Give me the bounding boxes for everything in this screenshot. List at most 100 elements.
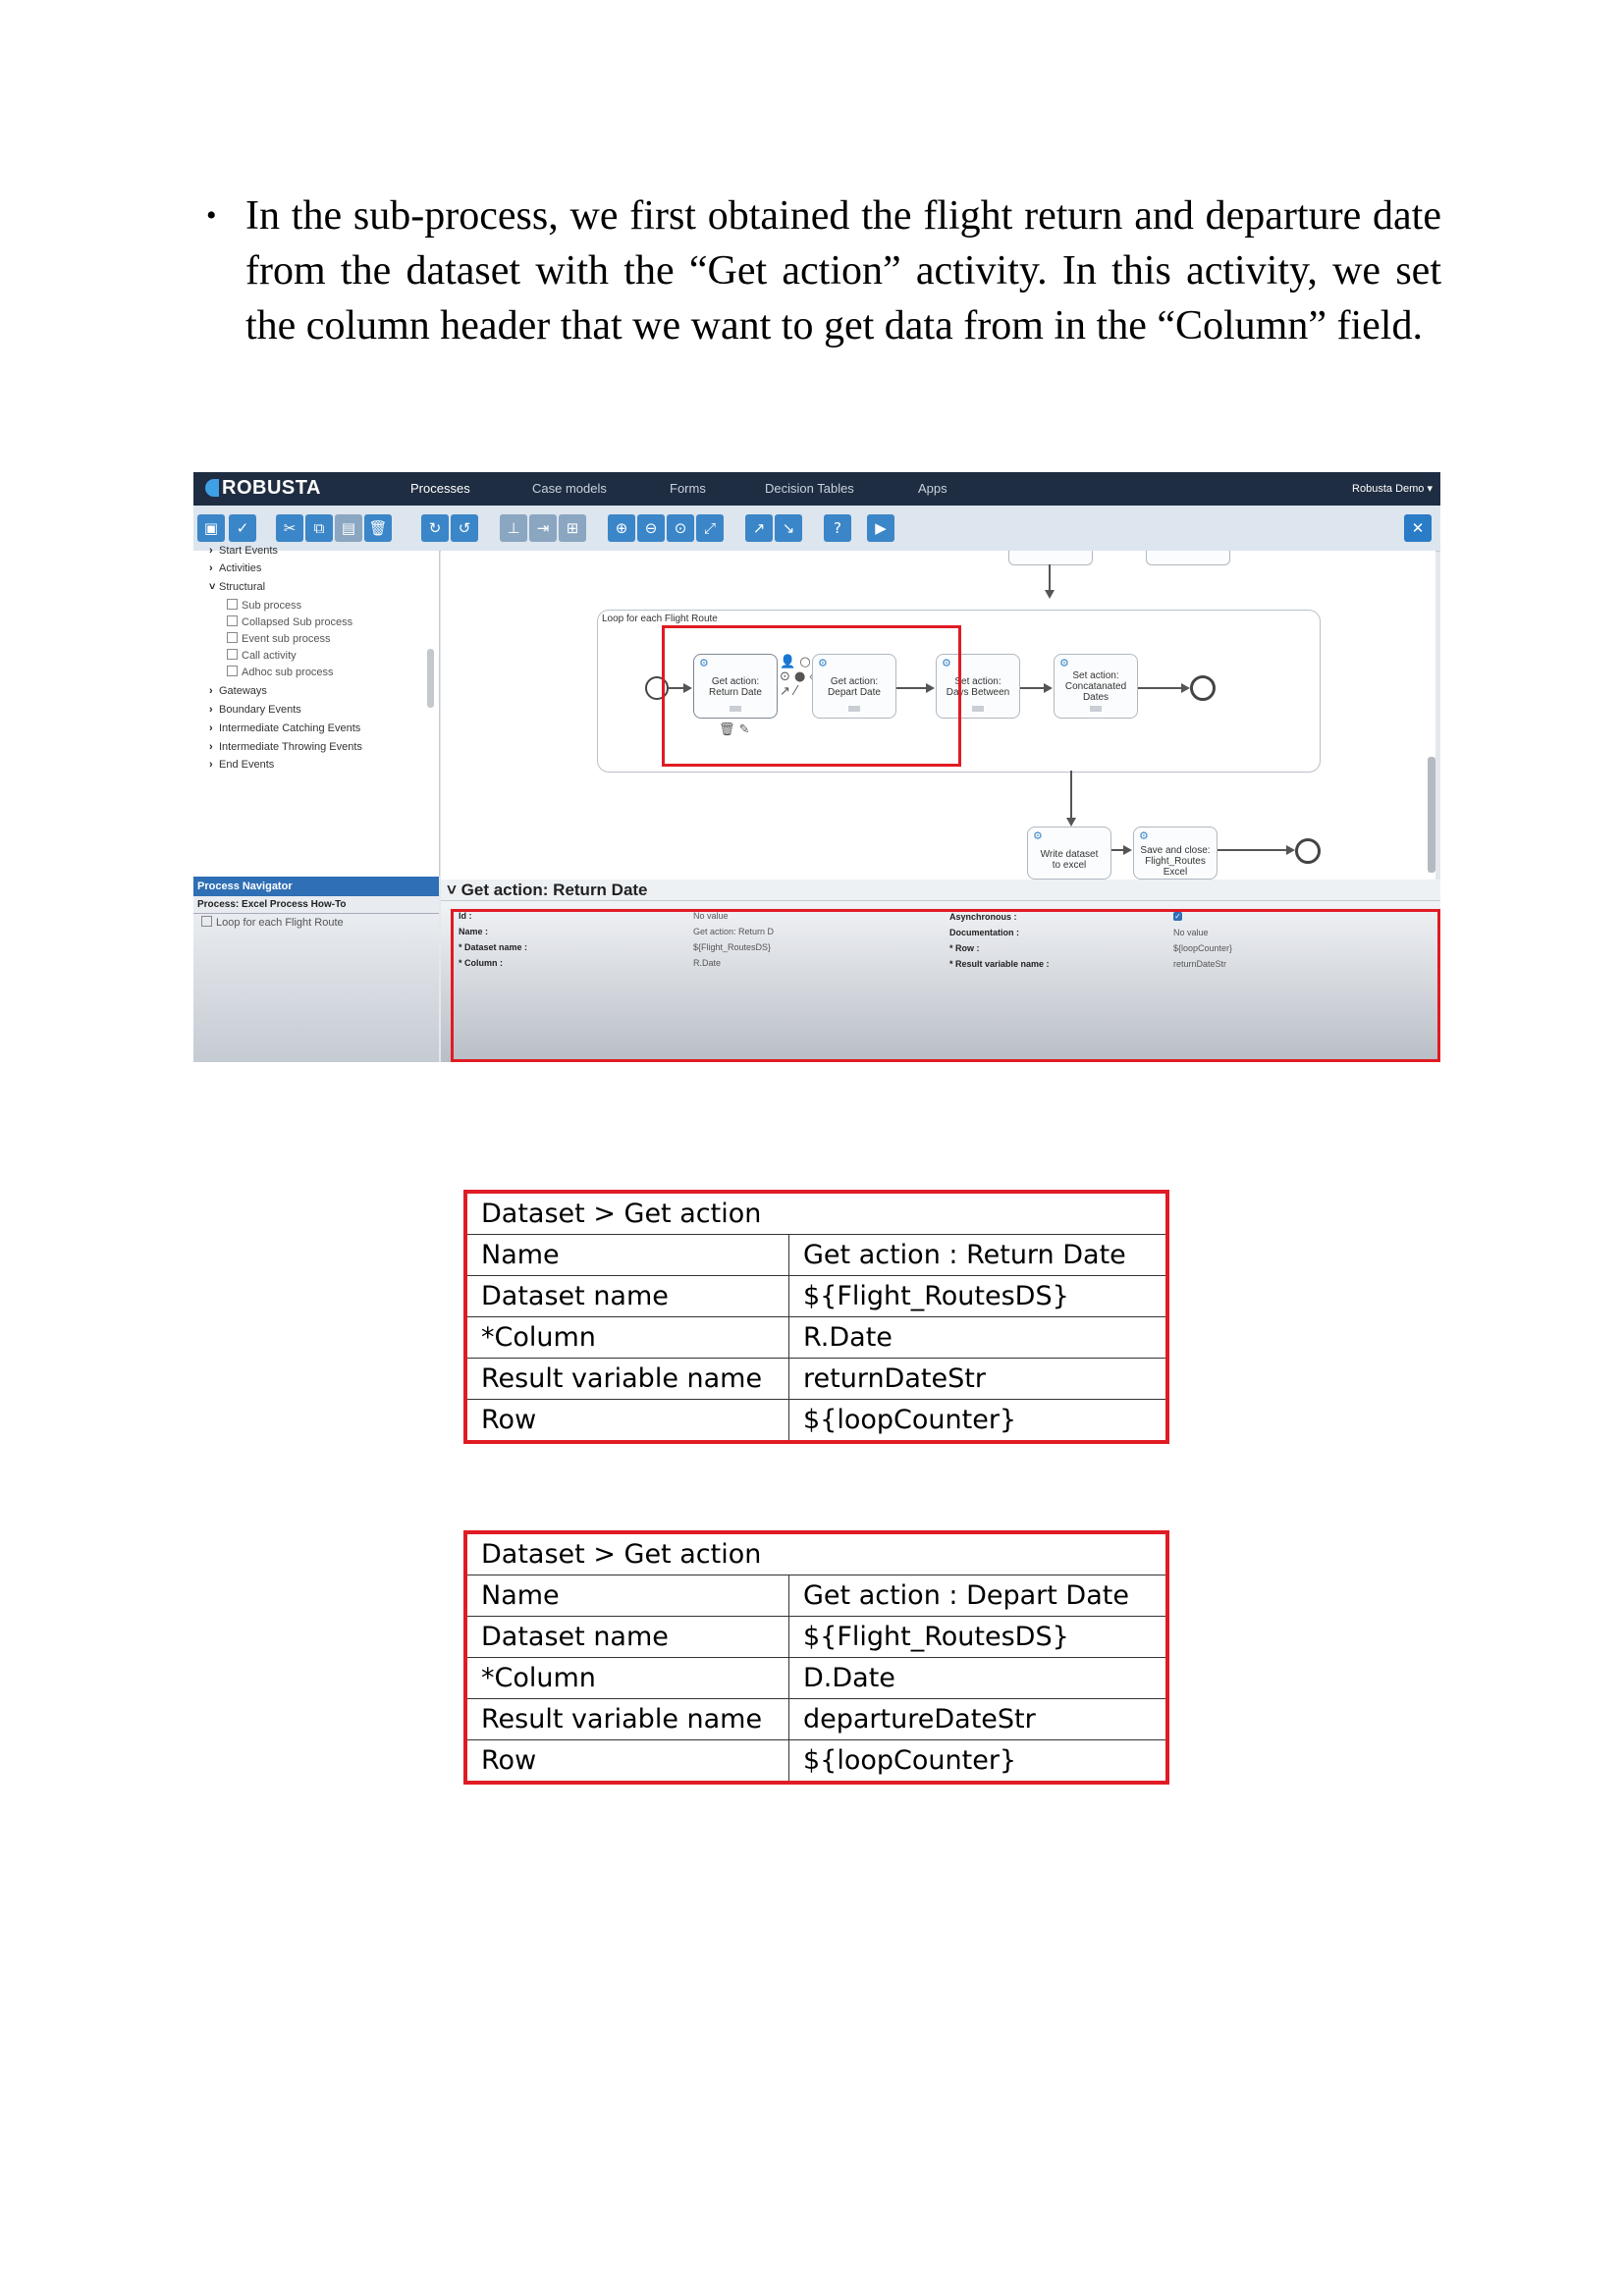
- navigator-process-row[interactable]: Process: Excel Process How-To: [193, 896, 439, 914]
- table-key: Row: [464, 1739, 789, 1784]
- chevron-right-icon: ›: [209, 685, 213, 697]
- palette-gateways[interactable]: › Gateways: [209, 685, 267, 697]
- palette-adhoc-sub-process[interactable]: Adhoc sub process: [227, 666, 334, 678]
- help-icon[interactable]: ?: [824, 514, 851, 542]
- group-icon[interactable]: ⊞: [559, 514, 586, 542]
- chevron-right-icon: ›: [209, 562, 213, 574]
- nav-forms[interactable]: Forms: [670, 481, 706, 496]
- palette-collapsed-sub-process[interactable]: Collapsed Sub process: [227, 615, 352, 628]
- canvas-scrollbar[interactable]: [1428, 757, 1435, 873]
- navigator-subprocess-row[interactable]: Loop for each Flight Route: [201, 916, 344, 929]
- undo-icon[interactable]: ↺: [451, 514, 478, 542]
- highlight-get-action-tasks: [662, 625, 961, 767]
- palette-label: Structural: [219, 581, 266, 593]
- cut-icon[interactable]: ✂: [276, 514, 303, 542]
- palette-label: Gateways: [219, 685, 267, 697]
- palette-label: Event sub process: [242, 633, 331, 645]
- robusta-screenshot: ROBUSTA Processes Case models Forms Deci…: [193, 472, 1440, 1062]
- palette-activities[interactable]: › Activities: [209, 562, 261, 574]
- task-marker: [1090, 706, 1102, 712]
- connector-icon[interactable]: ↗: [745, 514, 773, 542]
- nav-case-models[interactable]: Case models: [532, 481, 607, 496]
- run-icon[interactable]: ▶: [867, 514, 894, 542]
- delete-icon[interactable]: 🗑: [364, 514, 392, 542]
- palette-scrollbar[interactable]: [427, 649, 434, 708]
- palette-label: End Events: [219, 759, 275, 771]
- save-icon[interactable]: ▣: [197, 514, 225, 542]
- copy-icon[interactable]: ⧉: [305, 514, 333, 542]
- paste-icon[interactable]: ▤: [335, 514, 362, 542]
- palette-event-sub-process[interactable]: Event sub process: [227, 632, 331, 645]
- table-key: Name: [464, 1575, 789, 1617]
- sequence-flow: [1138, 687, 1183, 689]
- dock-icon[interactable]: ⇥: [529, 514, 557, 542]
- palette-sub-process[interactable]: Sub process: [227, 599, 301, 612]
- nav-decision-tables[interactable]: Decision Tables: [765, 481, 854, 496]
- palette-structural[interactable]: ˅ Structural: [209, 581, 265, 593]
- palette-intermediate-catching[interactable]: › Intermediate Catching Events: [209, 722, 360, 734]
- logo-text: ROBUSTA: [222, 477, 321, 499]
- end-event[interactable]: [1190, 675, 1216, 701]
- robusta-logo[interactable]: ROBUSTA: [205, 477, 321, 500]
- palette-label: Intermediate Throwing Events: [219, 741, 362, 753]
- subprocess-label: Loop for each Flight Route: [602, 614, 718, 624]
- palette-label: Activities: [219, 562, 262, 574]
- table-row: Row ${loopCounter}: [464, 1739, 1168, 1784]
- chevron-right-icon: ›: [209, 741, 213, 753]
- task-save-close[interactable]: ⚙ Save and close: Flight_Routes Excel: [1133, 827, 1218, 880]
- sub-process-icon: [227, 599, 238, 610]
- palette-start-events[interactable]: › Start Events: [209, 545, 278, 557]
- process-navigator-header[interactable]: Process Navigator: [193, 877, 439, 896]
- palette-end-events[interactable]: › End Events: [209, 759, 274, 771]
- connector-bend-icon[interactable]: ↘: [775, 514, 802, 542]
- table-value: Get action : Return Date: [788, 1234, 1168, 1276]
- task-label: Set action: Concatanated Dates: [1064, 670, 1127, 703]
- bullet-paragraph: • In the sub-process, we first obtained …: [206, 188, 1441, 353]
- nav-apps[interactable]: Apps: [918, 481, 947, 496]
- highlight-properties: [451, 909, 1440, 1062]
- palette-label: Boundary Events: [219, 704, 301, 716]
- chevron-right-icon: ›: [209, 545, 213, 557]
- zoom-out-icon[interactable]: ⊖: [637, 514, 665, 542]
- table-row: Name Get action : Depart Date: [464, 1575, 1168, 1617]
- upper-task-stub[interactable]: [1146, 551, 1230, 565]
- palette-label: Adhoc sub process: [242, 667, 334, 678]
- flow-arrow: [1286, 845, 1295, 855]
- close-icon[interactable]: ✕: [1404, 514, 1432, 542]
- user-menu[interactable]: Robusta Demo ▾: [1352, 482, 1433, 495]
- validate-icon[interactable]: ✓: [229, 514, 256, 542]
- palette-boundary-events[interactable]: › Boundary Events: [209, 704, 301, 716]
- table-row: Result variable name departureDateStr: [464, 1698, 1168, 1740]
- zoom-fit-icon[interactable]: ⤢: [696, 514, 724, 542]
- sequence-flow: [1218, 849, 1288, 851]
- align-icon[interactable]: ⊥: [500, 514, 527, 542]
- shape-palette: › Start Events › Activities ˅ Structural Su…: [193, 545, 440, 877]
- palette-call-activity[interactable]: Call activity: [227, 649, 297, 662]
- task-write-dataset[interactable]: ⚙ Write dataset to excel: [1027, 827, 1111, 880]
- bullet-marker: •: [206, 199, 217, 232]
- chevron-right-icon: ›: [209, 759, 213, 771]
- table-row: Dataset > Get action: [464, 1191, 1168, 1235]
- zoom-actual-icon[interactable]: ⊙: [667, 514, 694, 542]
- table-row: *Column D.Date: [464, 1657, 1168, 1699]
- table-key: Row: [464, 1399, 789, 1443]
- nav-processes[interactable]: Processes: [410, 481, 470, 512]
- table-row: Result variable name returnDateStr: [464, 1358, 1168, 1400]
- table-key: Name: [464, 1234, 789, 1276]
- table-row: *Column R.Date: [464, 1316, 1168, 1359]
- redo-icon[interactable]: ↻: [421, 514, 449, 542]
- properties-header[interactable]: ˅ Get action: Return Date: [441, 880, 1440, 901]
- palette-label: Call activity: [242, 650, 297, 662]
- chevron-down-icon: ˅: [209, 581, 216, 593]
- table-value: Get action : Depart Date: [788, 1575, 1168, 1617]
- call-activity-icon: [227, 649, 238, 660]
- upper-task-stub[interactable]: [1008, 551, 1093, 565]
- table-value: departureDateStr: [788, 1698, 1168, 1740]
- end-event[interactable]: [1295, 838, 1321, 864]
- table-header: Dataset > Get action: [464, 1531, 1168, 1575]
- task-concatenated-dates[interactable]: ⚙ Set action: Concatanated Dates: [1054, 654, 1138, 719]
- zoom-in-icon[interactable]: ⊕: [608, 514, 635, 542]
- service-task-icon: ⚙: [1059, 657, 1069, 669]
- palette-intermediate-throwing[interactable]: › Intermediate Throwing Events: [209, 741, 362, 753]
- flow-arrow: [1044, 683, 1053, 693]
